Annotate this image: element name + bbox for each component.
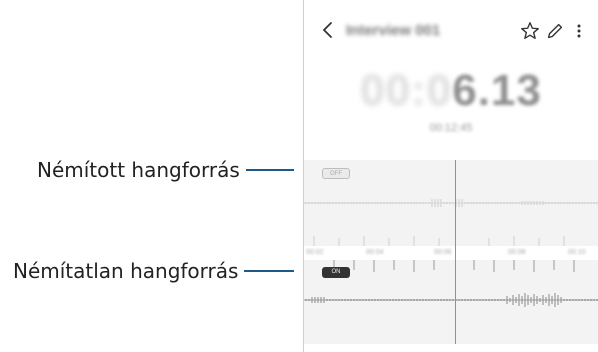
callout-muted: Némított hangforrás bbox=[37, 158, 294, 182]
recording-title: Interview 001 bbox=[346, 22, 441, 39]
unmuted-toggle[interactable]: ON bbox=[322, 267, 350, 278]
star-icon[interactable] bbox=[519, 20, 541, 42]
playhead[interactable] bbox=[455, 160, 456, 344]
ruler-label: 00:04 bbox=[366, 249, 384, 256]
callout-unmuted-leader bbox=[244, 270, 295, 272]
callout-muted-leader bbox=[245, 169, 294, 171]
back-arrow-icon[interactable] bbox=[316, 18, 340, 42]
callout-muted-label: Némított hangforrás bbox=[37, 158, 240, 182]
ruler-label: 00:08 bbox=[508, 249, 526, 256]
timer-dim-part: 00:0 bbox=[360, 66, 453, 115]
callout-unmuted-label: Némítatlan hangforrás bbox=[13, 259, 239, 283]
total-time: 00:12:45 bbox=[429, 122, 473, 134]
app-bar: Interview 001 bbox=[304, 0, 598, 64]
pencil-icon[interactable] bbox=[544, 20, 566, 42]
ruler-label: 00:06 bbox=[434, 249, 452, 256]
elapsed-timer: 00:06.13 bbox=[304, 66, 598, 116]
timer-bright-part: 6.13 bbox=[452, 66, 542, 115]
ruler-label: 00:02 bbox=[306, 249, 324, 256]
phone-screen: Interview 001 00:06.13 00:12:45 OFF 00:0… bbox=[303, 0, 598, 352]
muted-toggle[interactable]: OFF bbox=[322, 168, 350, 179]
ruler-label: 00:10 bbox=[568, 249, 586, 256]
callout-unmuted: Némítatlan hangforrás bbox=[13, 259, 295, 283]
more-vert-icon[interactable] bbox=[572, 20, 586, 42]
